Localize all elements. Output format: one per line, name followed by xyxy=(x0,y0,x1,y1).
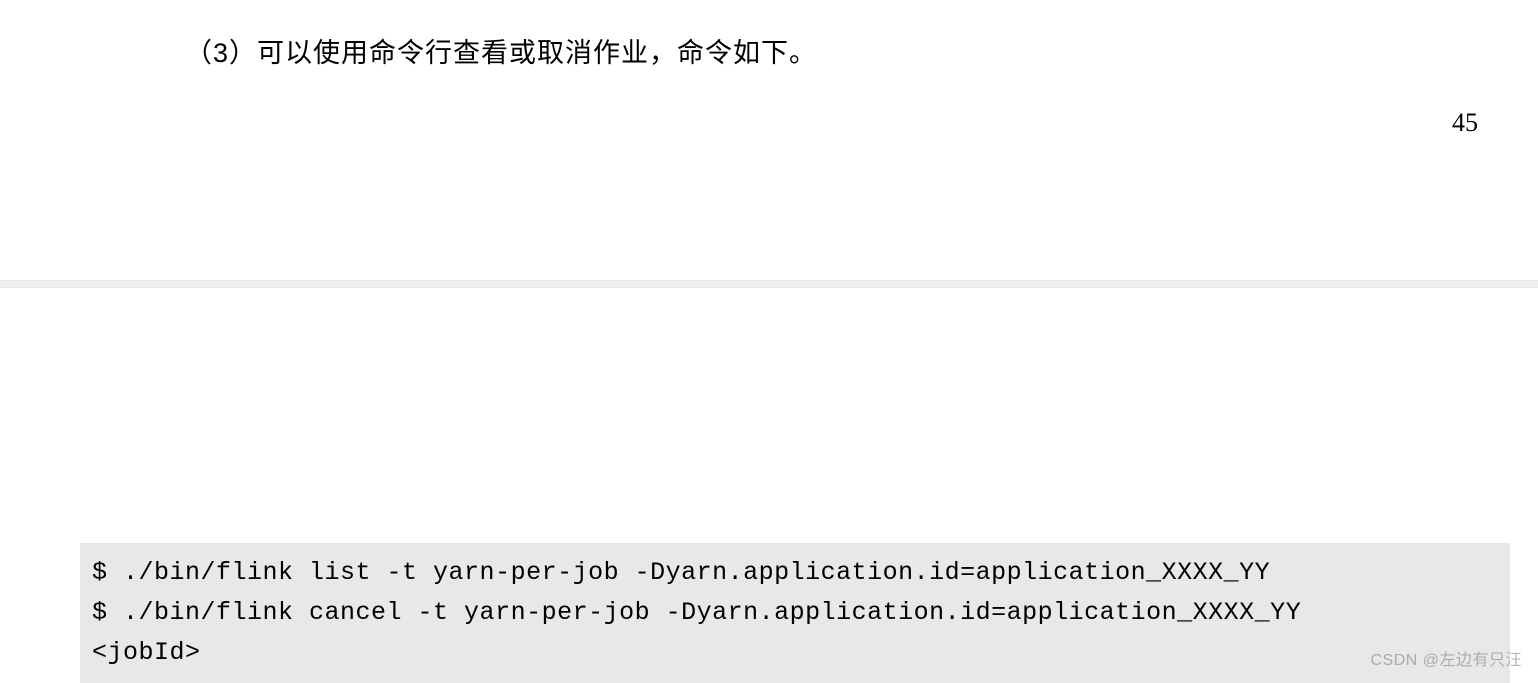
code-line-2: $ ./bin/flink cancel -t yarn-per-job -Dy… xyxy=(92,598,1301,627)
lower-document-section: $ ./bin/flink list -t yarn-per-job -Dyar… xyxy=(0,288,1538,683)
instruction-paragraph: （3）可以使用命令行查看或取消作业，命令如下。 xyxy=(185,32,1458,75)
code-line-3: <jobId> xyxy=(92,638,201,667)
code-block: $ ./bin/flink list -t yarn-per-job -Dyar… xyxy=(80,543,1510,683)
code-line-1: $ ./bin/flink list -t yarn-per-job -Dyar… xyxy=(92,558,1270,587)
page-number: 45 xyxy=(1452,108,1478,138)
watermark: CSDN @左边有只汪 xyxy=(1370,646,1522,670)
section-divider xyxy=(0,280,1538,288)
upper-document-section: （3）可以使用命令行查看或取消作业，命令如下。 45 xyxy=(0,0,1538,280)
